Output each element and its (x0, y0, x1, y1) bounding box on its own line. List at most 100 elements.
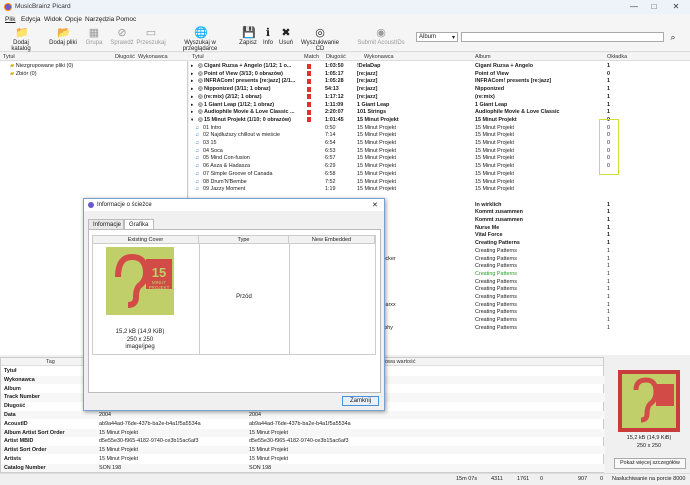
status-files: 4311 (491, 476, 503, 482)
close-button[interactable]: Zamknij (342, 396, 379, 406)
row-length: 7:52 (325, 178, 336, 185)
col-header-match[interactable]: Match (304, 54, 319, 60)
row-length: 6:29 (325, 163, 336, 170)
row-title: 02 Najdłuższy chillout w mieście (203, 132, 280, 139)
col-header-cover[interactable]: Okładka (607, 54, 627, 60)
search-icon[interactable]: ⌕ (667, 31, 679, 43)
maximize-button[interactable]: □ (646, 2, 662, 12)
cover-column-highlight (599, 119, 619, 175)
col-header-title[interactable]: Tytuł (192, 54, 204, 60)
expand-icon[interactable]: ▸ (191, 94, 193, 100)
row-artist: !DelaDap (357, 63, 381, 69)
expand-icon[interactable]: ▸ (191, 63, 193, 69)
tag-row[interactable]: Data 2004 2004 (1, 411, 605, 420)
row-cover-count: 1 (607, 270, 610, 277)
cd-icon: ◎ (198, 116, 203, 123)
col-header-album[interactable]: Album (475, 54, 491, 60)
expand-icon[interactable]: ▾ (191, 117, 193, 123)
row-length: 1:11:09 (325, 101, 344, 108)
match-indicator (307, 78, 311, 84)
tag-row[interactable]: Artist MBID d5e55e30-f965-4182-9740-ce3b1… (1, 437, 605, 445)
folder-toolbar-button[interactable]: 📁 Dodaj katalog (4, 27, 38, 52)
row-album: INFRACom! presents [re:jazz] (475, 78, 552, 85)
menu-plik[interactable]: Plik (5, 16, 15, 23)
col-header-artist[interactable]: Wykonawca (364, 54, 394, 60)
col-new-embedded[interactable]: New Embedded (289, 236, 375, 244)
tree-item-clusters[interactable]: ▰ Zbiór (0) (10, 71, 37, 77)
title-bar: MusicBrainz Picard — □ ✕ (0, 0, 690, 14)
tag-original-value: 15 Minut Projekt (99, 429, 138, 436)
expand-icon[interactable]: ▸ (191, 71, 193, 77)
file-add-toolbar-button[interactable]: 📂 Dodaj pliki (48, 27, 78, 46)
tag-row[interactable]: Album Artist Sort Order 15 Minut Projekt 1… (1, 428, 605, 437)
info-toolbar-button[interactable]: ℹ Info (260, 27, 276, 46)
toolbar-button-label: Przeszukaj (136, 40, 166, 46)
scan-toolbar-button[interactable]: ▭ Przeszukaj (136, 27, 166, 46)
row-cover-count: 1 (607, 232, 610, 239)
menu-narzedzia[interactable]: Narzędzia (85, 16, 114, 23)
row-length: 7:14 (325, 132, 336, 139)
cd-icon: ◎ (198, 86, 203, 93)
expand-icon[interactable]: ▸ (191, 102, 193, 108)
row-album: 15 Minut Projekt (475, 116, 517, 123)
row-cover-count: 1 (607, 247, 610, 254)
lookup-toolbar-button[interactable]: ⊘ Sprawdź (110, 27, 134, 46)
show-details-button[interactable]: Pokaż więcej szczegółów (614, 458, 686, 469)
save-toolbar-button[interactable]: 💾 Zapisz (238, 27, 258, 46)
row-album: (re:mix) (475, 93, 495, 100)
row-artist: [re:jazz] (357, 93, 378, 100)
music-note-icon: ♫ (195, 147, 200, 154)
picard-logo-icon (4, 3, 12, 11)
col-header-length[interactable]: Długość (115, 54, 135, 60)
row-album: Creating Patterns (475, 270, 517, 277)
toolbar-button-label: Sprawdź (110, 40, 134, 46)
tag-row[interactable]: Catalog Number SON 198 SON 198 (1, 463, 605, 472)
tree-item-unclustered[interactable]: ▰ Niezgrupowane pliki (0) (10, 63, 73, 69)
cd-icon: ◎ (198, 78, 203, 85)
tag-row[interactable]: Artists 15 Minut Projekt 15 Minut Projekt (1, 455, 605, 463)
expand-icon[interactable]: ▸ (191, 86, 193, 92)
row-artist: 101 Strings (357, 109, 387, 116)
col-header-length[interactable]: Długość (326, 54, 346, 60)
row-artist: 1 Giant Leap (357, 101, 390, 108)
row-cover-count: 1 (607, 255, 610, 262)
col-header-artist[interactable]: Wykonawca (138, 54, 168, 60)
col-type[interactable]: Type (199, 236, 289, 244)
col-header-tag[interactable]: Tag (46, 359, 55, 365)
cd-icon: ◎ (198, 70, 203, 77)
picard-logo-icon (88, 202, 94, 208)
col-header-new-value[interactable]: Nowa wartość (381, 359, 416, 365)
expand-icon[interactable]: ▸ (191, 78, 193, 84)
col-existing-cover[interactable]: Existing Cover (93, 236, 199, 244)
search-input[interactable] (461, 32, 664, 42)
minimize-button[interactable]: — (626, 2, 642, 12)
menu-opcje[interactable]: Opcje (65, 16, 82, 23)
fingerprint-toolbar-button[interactable]: ◉ Submit AcoustIDs (356, 27, 406, 46)
remove-toolbar-button[interactable]: ✖ Usuń (278, 27, 294, 46)
close-window-button[interactable]: ✕ (668, 2, 684, 12)
tag-row[interactable]: AcoustID ab9a44ad-76de-437b-ba2e-b4a1f5a5… (1, 420, 605, 428)
fingerprint-icon: ◉ (376, 27, 386, 39)
menu-edycja[interactable]: Edycja (21, 16, 41, 23)
status-count-b: 0 (540, 476, 544, 482)
menu-pomoc[interactable]: Pomoc (116, 16, 136, 23)
dialog-title-bar: Informacje o ścieżce ✕ (84, 199, 384, 211)
row-cover-count: 1 (607, 78, 610, 85)
toolbar-button-label: Wyszukiwanie CD (301, 40, 339, 52)
existing-cover-image[interactable]: 15 MINUT PROJEKT (106, 247, 174, 315)
expand-icon[interactable]: ▸ (191, 109, 193, 115)
search-type-select[interactable]: Album (416, 32, 458, 42)
tag-name: Długość (4, 403, 26, 410)
cluster-toolbar-button[interactable]: ▦ Grupa (83, 27, 105, 46)
match-indicator (307, 86, 311, 92)
menu-widok[interactable]: Widok (44, 16, 62, 23)
cd-icon: ◎ (198, 101, 203, 108)
col-header-title[interactable]: Tytuł (3, 54, 15, 60)
dialog-close-icon[interactable]: ✕ (372, 201, 378, 209)
cover-art-image[interactable] (618, 370, 680, 432)
cd-toolbar-button[interactable]: ◎ Wyszukiwanie CD (300, 27, 340, 52)
music-note-icon: ♫ (195, 140, 200, 146)
tag-row[interactable]: Artist Sort Order 15 Minut Projekt 15 Minu… (1, 446, 605, 455)
row-title: 07 Simple Groove of Canada (203, 170, 273, 177)
globe-toolbar-button[interactable]: 🌐 Wyszukaj w przeglądarce (168, 27, 232, 52)
